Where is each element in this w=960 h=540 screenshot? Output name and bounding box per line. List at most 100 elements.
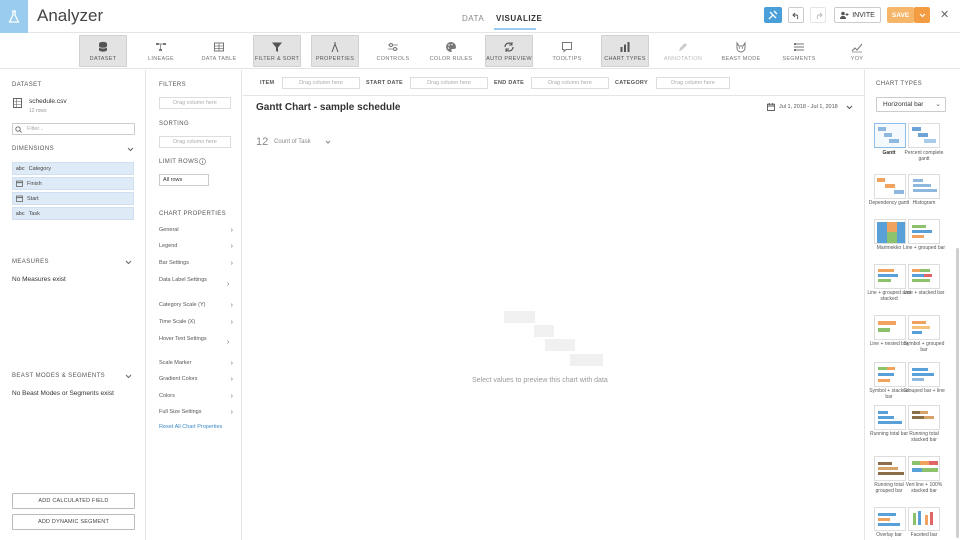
date-range-chevron-down-icon[interactable] xyxy=(846,105,853,110)
tools-button[interactable] xyxy=(764,7,782,23)
toolbar-data-table[interactable]: DATA TABLE xyxy=(195,35,243,67)
prop-gradient-colors[interactable]: Gradient Colors › xyxy=(159,376,235,383)
chart-type-symbol-grouped-bar[interactable] xyxy=(908,315,940,340)
toolbar-dataset[interactable]: DATASET xyxy=(79,35,127,67)
chart-type-label: Running total stacked bar xyxy=(909,431,939,443)
fields-filter-input[interactable]: Filter... xyxy=(12,123,135,135)
chart-type-gantt[interactable] xyxy=(874,123,906,148)
tab-visualize[interactable]: VISUALIZE xyxy=(496,14,542,23)
chart-type-running-total-grouped-bar[interactable] xyxy=(874,456,906,481)
calendar-icon xyxy=(16,180,23,187)
toolbar-annotation[interactable]: ANNOTATION xyxy=(659,35,707,67)
dimension-finish[interactable]: Finish xyxy=(12,177,134,190)
chart-type-label: Faceted bar xyxy=(910,532,938,538)
chart-type-grouped-bar-line[interactable] xyxy=(908,362,940,387)
date-range-selector[interactable]: Jul 1, 2018 - Jul 1, 2018 xyxy=(779,104,838,110)
chart-type-dependency-gantt[interactable] xyxy=(874,174,906,199)
prop-hover-text-settings[interactable]: Hover Text Settings xyxy=(159,336,207,343)
summary-chevron-down-icon[interactable] xyxy=(325,140,331,144)
start-date-drop-zone[interactable]: Drag column here xyxy=(410,77,488,89)
chart-type-vert-line-stacked-bar[interactable] xyxy=(908,456,940,481)
segments-icon xyxy=(794,42,804,51)
measures-empty-text: No Measures exist xyxy=(12,276,66,283)
measures-chevron-down-icon[interactable] xyxy=(125,260,132,265)
chart-type-label: Grouped bar + line xyxy=(903,388,945,394)
chart-type-line-grouped-stacked[interactable] xyxy=(874,264,906,289)
text-type-icon: abc xyxy=(16,165,25,172)
filters-title: FILTERS xyxy=(159,82,187,88)
prop-label: Category Scale (Y) xyxy=(159,302,206,308)
filters-drop-zone[interactable]: Drag column here xyxy=(159,97,231,109)
toolbar-beast-mode[interactable]: BEAST MODE xyxy=(717,35,765,67)
dimension-task[interactable]: abc Task xyxy=(12,207,134,220)
save-button[interactable]: SAVE xyxy=(887,7,914,23)
chart-type-overlay-bar[interactable] xyxy=(874,507,906,531)
toolbar-lineage[interactable]: LINEAGE xyxy=(137,35,185,67)
toolbar-color-rules[interactable]: COLOR RULES xyxy=(427,35,475,67)
sorting-drop-zone[interactable]: Drag column here xyxy=(159,136,231,148)
chart-type-histogram[interactable] xyxy=(908,174,940,199)
chart-type-marimekko[interactable] xyxy=(874,219,906,244)
toolbar-filter-sort[interactable]: FILTER & SORT xyxy=(253,35,301,67)
chart-type-faceted-bar[interactable] xyxy=(908,507,940,531)
end-date-drop-zone[interactable]: Drag column here xyxy=(531,77,609,89)
toolbar-annotation-label: ANNOTATION xyxy=(663,55,703,62)
chart-type-line-nested-bar[interactable] xyxy=(874,315,906,340)
prop-time-scale[interactable]: Time Scale (X) › xyxy=(159,319,235,326)
dataset-file-name[interactable]: schedule.csv xyxy=(29,98,67,105)
prop-label: Bar Settings xyxy=(159,260,189,266)
summary-label[interactable]: Count of Task xyxy=(274,139,311,145)
toolbar-properties[interactable]: PROPERTIES xyxy=(311,35,359,67)
undo-button[interactable] xyxy=(788,7,804,23)
chart-type-line-grouped-bar[interactable] xyxy=(908,219,940,244)
redo-button[interactable] xyxy=(810,7,826,23)
chart-title[interactable]: Gantt Chart - sample schedule xyxy=(256,102,400,113)
tab-data[interactable]: DATA xyxy=(462,14,484,23)
save-options-button[interactable] xyxy=(914,7,930,23)
chart-family-select[interactable]: Horizontal bar ⌄ xyxy=(876,97,946,112)
prop-label: Time Scale (X) xyxy=(159,319,196,325)
placeholder-gantt-bar xyxy=(570,354,603,366)
limit-rows-select[interactable]: All rows xyxy=(159,174,209,186)
flask-logo-icon[interactable] xyxy=(0,0,28,33)
chart-type-symbol-stacked-bar[interactable] xyxy=(874,362,906,387)
beast-modes-chevron-down-icon[interactable] xyxy=(125,374,132,379)
prop-full-size-settings[interactable]: Full Size Settings › xyxy=(159,409,235,416)
add-calculated-field-button[interactable]: ADD CALCULATED FIELD xyxy=(12,493,135,509)
toolbar-chart-types-label: CHART TYPES xyxy=(604,55,646,62)
toolbar-segments[interactable]: SEGMENTS xyxy=(775,35,823,67)
toolbar-yoy[interactable]: YOY xyxy=(833,35,881,67)
item-drop-zone[interactable]: Drag column here xyxy=(282,77,360,89)
dimension-label: Start xyxy=(27,195,39,202)
calendar-icon[interactable] xyxy=(767,103,775,111)
reset-chart-properties-link[interactable]: Reset All Chart Properties xyxy=(159,424,222,430)
prop-legend[interactable]: Legend › xyxy=(159,243,235,250)
toolbar-chart-types[interactable]: CHART TYPES xyxy=(601,35,649,67)
header-bar: Analyzer DATA VISUALIZE INVITE SAVE ✕ xyxy=(0,0,960,33)
info-icon[interactable] xyxy=(199,158,206,165)
add-dynamic-segment-button[interactable]: ADD DYNAMIC SEGMENT xyxy=(12,514,135,530)
dimension-category[interactable]: abc Category xyxy=(12,162,134,175)
prop-colors[interactable]: Colors › xyxy=(159,393,235,400)
prop-data-label-settings[interactable]: Data Label Settings xyxy=(159,277,207,284)
chart-type-percent-complete-gantt[interactable] xyxy=(908,123,940,148)
toolbar-auto-preview[interactable]: AUTO PREVIEW xyxy=(485,35,533,67)
category-drop-zone[interactable]: Drag column here xyxy=(656,77,730,89)
chart-type-running-total-bar[interactable] xyxy=(874,405,906,430)
chart-types-scrollbar[interactable] xyxy=(956,248,959,538)
dimension-start[interactable]: Start xyxy=(12,192,134,205)
close-icon[interactable]: ✕ xyxy=(940,8,949,21)
dimensions-chevron-down-icon[interactable] xyxy=(127,147,134,152)
chart-type-line-stacked-bar[interactable] xyxy=(908,264,940,289)
chart-type-running-total-stacked-bar[interactable] xyxy=(908,405,940,430)
invite-button[interactable]: INVITE xyxy=(834,7,881,23)
prop-general[interactable]: General › xyxy=(159,227,235,234)
prop-bar-settings[interactable]: Bar Settings › xyxy=(159,260,235,267)
toolbar-controls[interactable]: CONTROLS xyxy=(369,35,417,67)
prop-category-scale[interactable]: Category Scale (Y) › xyxy=(159,302,235,309)
toolbar-tooltips[interactable]: TOOLTIPS xyxy=(543,35,591,67)
calendar-icon xyxy=(16,195,23,202)
chevron-right-icon: › xyxy=(230,319,233,326)
prop-scale-marker[interactable]: Scale Marker › xyxy=(159,360,235,367)
chart-type-label: Vert line + 100% stacked bar xyxy=(905,482,943,494)
